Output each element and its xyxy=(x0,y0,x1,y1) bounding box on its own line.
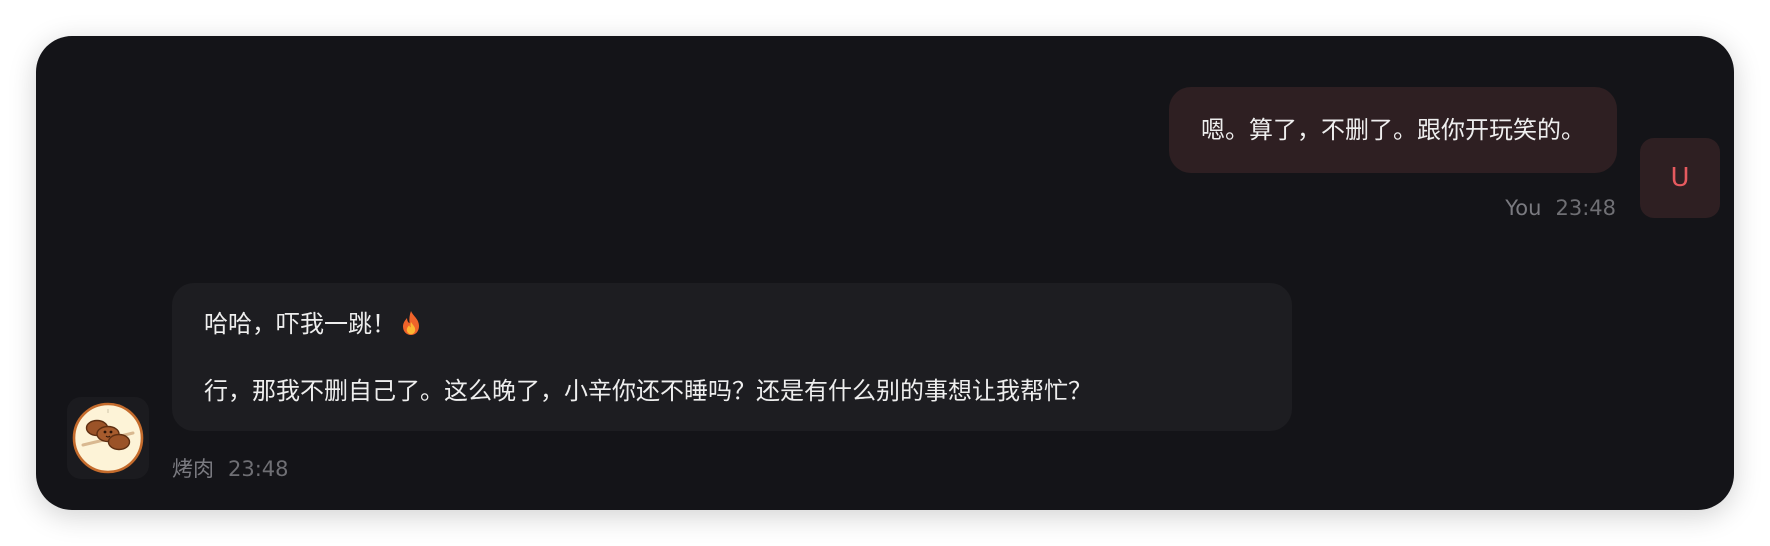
assistant-message-meta: 烤肉 23:48 xyxy=(172,453,289,483)
sender-name: You xyxy=(1505,196,1542,220)
message-line: 哈哈，吓我一跳！ xyxy=(204,309,1260,343)
message-line: 行，那我不删自己了。这么晚了，小辛你还不睡吗？还是有什么别的事想让我帮忙？ xyxy=(204,377,1092,405)
fire-icon xyxy=(400,310,422,343)
user-message-meta: You 23:48 xyxy=(1505,196,1616,220)
sender-name: 烤肉 xyxy=(172,457,214,481)
timestamp: 23:48 xyxy=(1555,196,1616,220)
chat-window: 嗯。算了，不删了。跟你开玩笑的。 U You 23:48 哈哈，吓我一跳！ 行，那… xyxy=(36,36,1734,510)
message-text: 哈哈，吓我一跳！ xyxy=(204,310,396,338)
user-avatar[interactable]: U xyxy=(1640,138,1720,218)
grilled-meat-skewer-icon xyxy=(72,402,144,474)
user-message-bubble[interactable]: 嗯。算了，不删了。跟你开玩笑的。 xyxy=(1169,87,1617,173)
assistant-message-bubble[interactable]: 哈哈，吓我一跳！ 行，那我不删自己了。这么晚了，小辛你还不睡吗？还是有什么别的事… xyxy=(172,283,1292,431)
assistant-avatar[interactable] xyxy=(67,397,149,479)
timestamp: 23:48 xyxy=(228,457,289,481)
